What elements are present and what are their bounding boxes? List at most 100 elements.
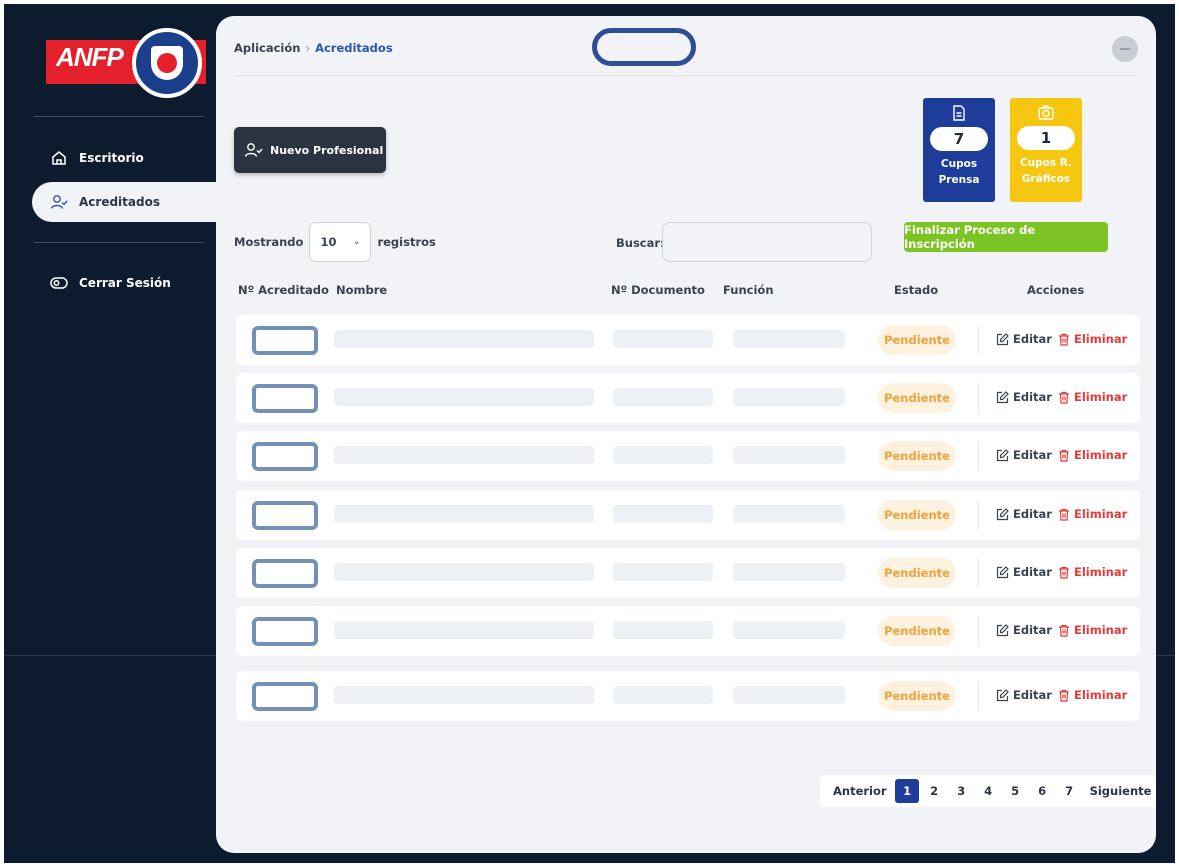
edit-icon — [996, 565, 1009, 579]
trash-icon — [1058, 449, 1070, 462]
breadcrumb: Aplicación › Acreditados — [234, 41, 393, 55]
delete-button[interactable]: Eliminar — [1058, 623, 1127, 637]
role-placeholder — [733, 505, 845, 523]
quota-card-graficos: 1 Cupos R. Gráficos — [1010, 98, 1082, 202]
edit-label: Editar — [1013, 390, 1052, 404]
edit-button[interactable]: Editar — [996, 688, 1052, 702]
search-input[interactable] — [662, 222, 872, 262]
table-row: Pendiente Editar Eliminar — [236, 315, 1140, 365]
accreditation-id-placeholder — [252, 617, 318, 646]
show-suffix: registros — [377, 235, 436, 249]
sidebar-item-label: Acreditados — [79, 195, 160, 209]
trash-icon — [1058, 689, 1070, 702]
pagination-prev[interactable]: Anterior — [826, 784, 894, 798]
edit-icon — [996, 623, 1009, 637]
sidebar-item-acreditados[interactable]: Acreditados — [32, 182, 232, 222]
avatar[interactable] — [1112, 36, 1138, 62]
actions-divider — [978, 681, 979, 711]
delete-button[interactable]: Eliminar — [1058, 688, 1127, 702]
edit-button[interactable]: Editar — [996, 448, 1052, 462]
role-placeholder — [733, 446, 845, 464]
user-check-icon — [48, 194, 70, 210]
edit-button[interactable]: Editar — [996, 565, 1052, 579]
delete-button[interactable]: Eliminar — [1058, 448, 1127, 462]
edit-icon — [996, 507, 1009, 521]
camera-icon — [1010, 105, 1082, 120]
name-placeholder — [334, 446, 594, 464]
federation-seal-icon — [132, 28, 202, 98]
status-badge: Pendiente — [878, 441, 956, 471]
accreditation-id-placeholder — [252, 559, 318, 588]
edit-icon — [996, 390, 1009, 404]
document-placeholder — [613, 330, 713, 348]
table-row: Pendiente Editar Eliminar — [236, 606, 1140, 656]
actions-divider — [978, 441, 979, 471]
quota-label-line2: Prensa — [938, 174, 980, 186]
quota-label-line2: Gráficos — [1021, 173, 1071, 185]
finalize-inscription-button[interactable]: Finalizar Proceso de Inscripción — [904, 222, 1108, 252]
table-header-role[interactable]: Función — [723, 283, 774, 297]
sidebar-item-escritorio[interactable]: Escritorio — [32, 138, 222, 178]
new-professional-button[interactable]: Nuevo Profesional — [234, 127, 386, 173]
name-placeholder — [334, 563, 594, 581]
document-icon — [923, 105, 995, 121]
trash-icon — [1058, 391, 1070, 404]
table-header-id[interactable]: Nº Acreditado — [238, 283, 329, 297]
accreditation-id-placeholder — [252, 682, 318, 711]
pagination: Anterior 1 2 3 4 5 6 7 Siguiente — [820, 775, 1156, 807]
delete-label: Eliminar — [1074, 565, 1128, 579]
delete-button[interactable]: Eliminar — [1058, 390, 1127, 404]
delete-button[interactable]: Eliminar — [1058, 565, 1127, 579]
page-button-3[interactable]: 3 — [949, 779, 973, 803]
edit-button[interactable]: Editar — [996, 507, 1052, 521]
delete-button[interactable]: Eliminar — [1058, 507, 1127, 521]
accreditation-id-placeholder — [252, 501, 318, 530]
trash-icon — [1058, 624, 1070, 637]
breadcrumb-root[interactable]: Aplicación — [234, 41, 300, 55]
page-button-6[interactable]: 6 — [1030, 779, 1054, 803]
delete-label: Eliminar — [1074, 623, 1128, 637]
page-button-1[interactable]: 1 — [895, 779, 920, 803]
name-placeholder — [334, 686, 594, 704]
document-placeholder — [613, 621, 713, 639]
page-size-select[interactable]: 10 ⌄ — [309, 222, 372, 262]
status-badge: Pendiente — [878, 616, 956, 646]
name-placeholder — [334, 330, 594, 348]
document-placeholder — [613, 505, 713, 523]
edit-button[interactable]: Editar — [996, 390, 1052, 404]
sidebar-item-logout[interactable]: Cerrar Sesión — [32, 263, 222, 303]
page-size-value: 10 — [320, 235, 337, 249]
delete-button[interactable]: Eliminar — [1058, 332, 1127, 346]
edit-button[interactable]: Editar — [996, 623, 1052, 637]
table-header-actions: Acciones — [1027, 283, 1085, 297]
table-header-status[interactable]: Estado — [894, 283, 938, 297]
document-placeholder — [613, 563, 713, 581]
toggle-icon — [48, 277, 70, 289]
sidebar-divider — [34, 116, 204, 117]
show-prefix: Mostrando — [234, 235, 304, 249]
header-divider — [234, 75, 1138, 76]
role-placeholder — [733, 388, 845, 406]
table-row: Pendiente Editar Eliminar — [236, 671, 1140, 721]
page-button-2[interactable]: 2 — [922, 779, 946, 803]
role-placeholder — [733, 621, 845, 639]
page-button-4[interactable]: 4 — [976, 779, 1000, 803]
table-header-document[interactable]: Nº Documento — [611, 283, 705, 297]
edit-label: Editar — [1013, 448, 1052, 462]
pagination-next[interactable]: Siguiente — [1083, 784, 1156, 798]
edit-button[interactable]: Editar — [996, 332, 1052, 346]
name-placeholder — [334, 388, 594, 406]
role-placeholder — [733, 563, 845, 581]
page-button-5[interactable]: 5 — [1003, 779, 1027, 803]
trash-icon — [1058, 566, 1070, 579]
anfp-logo: ANFP — [46, 28, 206, 98]
actions-divider — [978, 616, 979, 646]
table-header-name[interactable]: Nombre — [336, 283, 387, 297]
delete-label: Eliminar — [1074, 332, 1128, 346]
delete-label: Eliminar — [1074, 688, 1128, 702]
actions-divider — [978, 500, 979, 530]
table-row: Pendiente Editar Eliminar — [236, 373, 1140, 423]
table-row: Pendiente Editar Eliminar — [236, 431, 1140, 481]
page-button-7[interactable]: 7 — [1057, 779, 1081, 803]
accreditation-id-placeholder — [252, 384, 318, 413]
